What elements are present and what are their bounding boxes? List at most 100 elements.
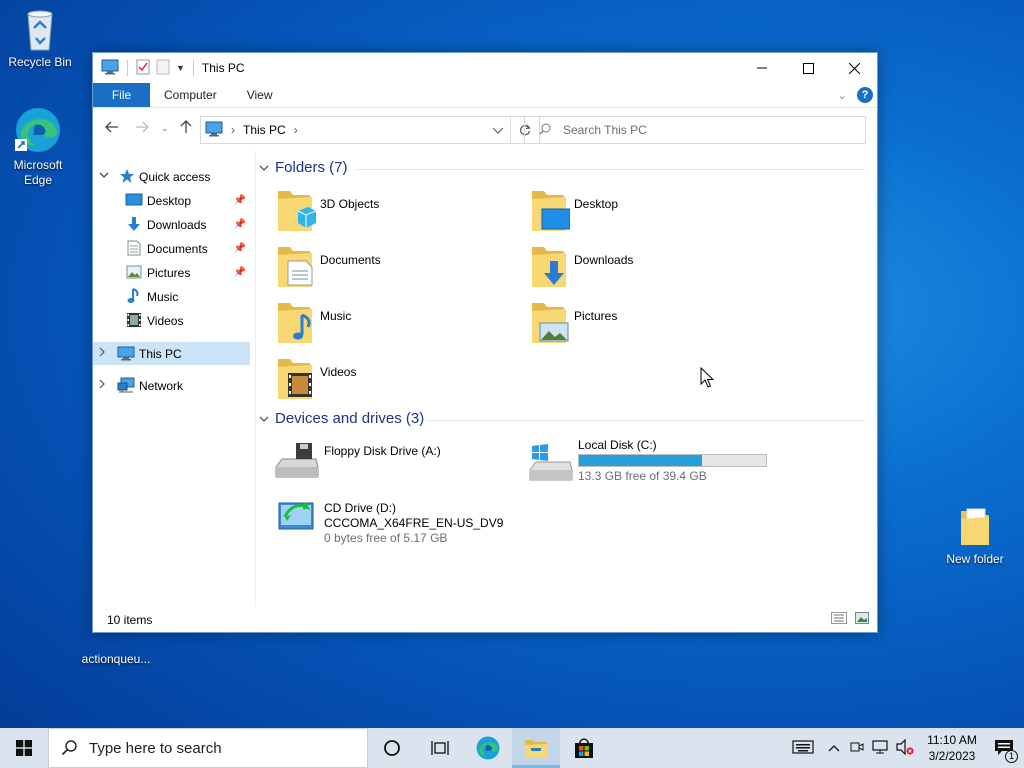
nav-item-documents[interactable]: Documents 📌: [93, 237, 250, 260]
documents-folder-icon: [278, 247, 313, 287]
cortana-button[interactable]: [368, 728, 416, 768]
nav-item-music[interactable]: Music: [93, 285, 250, 308]
search-input[interactable]: Search This PC: [563, 123, 647, 137]
nav-item-desktop[interactable]: Desktop 📌: [93, 189, 250, 212]
nav-this-pc[interactable]: This PC: [93, 342, 250, 365]
taskbar-search-input[interactable]: Type here to search: [89, 740, 222, 757]
nav-label: Documents: [147, 241, 208, 256]
group-collapse-chevron-icon[interactable]: [259, 410, 269, 427]
nav-network[interactable]: Network: [93, 374, 250, 397]
pane-splitter[interactable]: [255, 151, 256, 607]
folder-videos[interactable]: Videos: [276, 357, 526, 407]
nav-item-downloads[interactable]: Downloads 📌: [93, 213, 250, 236]
desktop-icon-new-folder[interactable]: New folder: [935, 505, 1015, 567]
drive-cd-d[interactable]: CD Drive (D:) CCCOMA_X64FRE_EN-US_DV9 0 …: [274, 499, 524, 549]
forward-button[interactable]: [135, 120, 149, 136]
breadcrumb-separator-icon[interactable]: ›: [294, 123, 298, 137]
taskbar-search-box[interactable]: Type here to search: [48, 728, 368, 768]
recent-locations-chevron-icon[interactable]: ⌄: [161, 123, 169, 134]
folder-pictures[interactable]: Pictures: [530, 301, 780, 351]
videos-icon: [126, 312, 142, 331]
expand-ribbon-chevron-icon[interactable]: ⌄: [838, 89, 847, 102]
tab-view[interactable]: View: [231, 83, 287, 107]
breadcrumb-this-pc[interactable]: This PC: [243, 123, 286, 137]
pin-icon[interactable]: 📌: [234, 219, 246, 230]
desktop-icon-label: New folder: [946, 552, 1004, 566]
group-header-drives[interactable]: Devices and drives (3): [259, 410, 424, 427]
maximize-button[interactable]: [785, 53, 831, 83]
address-bar[interactable]: › This PC ›: [200, 116, 511, 144]
action-center-button[interactable]: 1: [984, 728, 1024, 768]
properties-icon[interactable]: [136, 59, 150, 78]
show-hidden-icons-chevron-icon[interactable]: [828, 741, 840, 755]
drive-floppy[interactable]: Floppy Disk Drive (A:): [274, 441, 524, 485]
customize-qa-chevron-icon[interactable]: ▼: [176, 63, 185, 73]
pin-icon[interactable]: 📌: [234, 195, 246, 206]
this-pc-icon: [101, 59, 119, 78]
folder-name: Desktop: [574, 197, 619, 211]
close-button[interactable]: [831, 53, 877, 83]
meet-now-icon[interactable]: [850, 740, 864, 757]
store-icon: [575, 738, 593, 758]
breadcrumb-separator-icon[interactable]: ›: [231, 123, 235, 137]
title-bar: ▼ This PC: [93, 53, 877, 83]
nav-item-pictures[interactable]: Pictures 📌: [93, 261, 250, 284]
nav-label: Network: [139, 378, 184, 393]
taskbar-store[interactable]: [560, 728, 608, 768]
taskbar-edge[interactable]: [464, 728, 512, 768]
collapsed-chevron-icon[interactable]: [99, 347, 106, 360]
search-box[interactable]: Search This PC: [524, 116, 866, 144]
taskbar-file-explorer[interactable]: [512, 728, 560, 768]
volume-muted-icon[interactable]: [896, 738, 914, 758]
folder-documents[interactable]: Documents: [276, 245, 526, 295]
taskbar: Type here to search 11:10 AM 3/2/2023 1: [0, 728, 1024, 768]
folder-desktop[interactable]: Desktop: [530, 189, 780, 239]
network-status-icon[interactable]: [872, 739, 890, 758]
cortana-circle-icon: [384, 740, 400, 756]
group-divider: [427, 420, 865, 421]
file-explorer-icon: [525, 740, 547, 757]
collapsed-chevron-icon[interactable]: [99, 379, 106, 392]
window-controls: [739, 53, 877, 83]
input-indicator-icon[interactable]: [792, 739, 814, 758]
pin-icon[interactable]: 📌: [234, 243, 246, 254]
back-button[interactable]: [105, 120, 119, 136]
nav-label: Pictures: [147, 265, 191, 280]
nav-item-videos[interactable]: Videos: [93, 309, 250, 332]
large-icons-view-icon[interactable]: [855, 612, 869, 627]
minimize-button[interactable]: [739, 53, 785, 83]
group-header-folders[interactable]: Folders (7): [259, 159, 348, 176]
mouse-cursor-icon: [700, 367, 714, 388]
drive-local-disk-c[interactable]: Local Disk (C:) 13.3 GB free of 39.4 GB: [528, 436, 778, 486]
folder-name: Documents: [320, 253, 381, 267]
folder-music[interactable]: Music: [276, 301, 526, 351]
3d-objects-folder-icon: [278, 191, 316, 231]
drive-usage-bar: [578, 454, 767, 467]
desktop-icon-recycle-bin[interactable]: Recycle Bin: [0, 8, 80, 70]
folder-3d-objects[interactable]: 3D Objects: [276, 189, 526, 239]
folder-downloads[interactable]: Downloads: [530, 245, 780, 295]
desktop-icon: [125, 193, 143, 210]
nav-quick-access[interactable]: Quick access: [93, 165, 250, 188]
drive-usage-fill: [579, 455, 703, 466]
clock[interactable]: 11:10 AM 3/2/2023: [920, 732, 984, 764]
tab-computer[interactable]: Computer: [150, 83, 231, 107]
expanded-chevron-icon[interactable]: [99, 171, 109, 182]
desktop-icon-edge[interactable]: Microsoft Edge: [0, 105, 78, 188]
folder-icon: [957, 505, 993, 549]
address-history-chevron-icon[interactable]: [486, 123, 510, 137]
up-button[interactable]: [180, 120, 192, 137]
start-button[interactable]: [0, 728, 48, 768]
ribbon-tabs: File Computer View ⌄ ?: [93, 83, 877, 108]
new-folder-qa-icon[interactable]: [156, 59, 170, 78]
nav-label: Videos: [147, 313, 184, 328]
pin-icon[interactable]: 📌: [234, 267, 246, 278]
network-icon: [117, 377, 135, 396]
pictures-icon: [126, 265, 142, 282]
task-view-button[interactable]: [416, 728, 464, 768]
tab-file[interactable]: File: [93, 83, 150, 107]
group-collapse-chevron-icon[interactable]: [259, 159, 269, 176]
details-view-icon[interactable]: [831, 612, 847, 627]
help-icon[interactable]: ?: [857, 87, 873, 103]
group-title: Folders (7): [275, 159, 348, 176]
